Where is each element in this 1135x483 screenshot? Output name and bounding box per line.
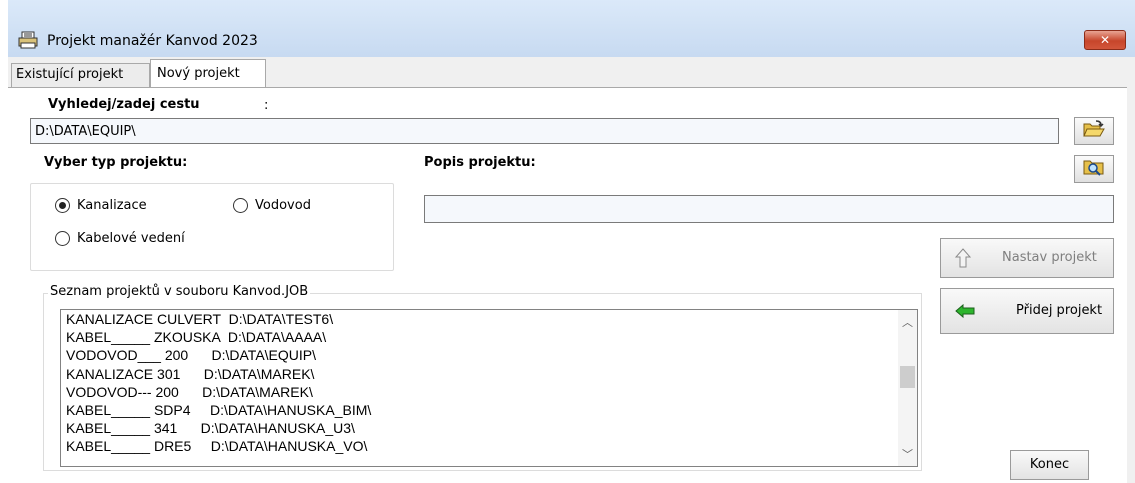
list-item[interactable]: KANALIZACE CULVERT D:\DATA\TEST6\ — [61, 310, 917, 328]
project-listbox[interactable]: KANALIZACE CULVERT D:\DATA\TEST6\ KABEL_… — [60, 309, 918, 467]
open-folder-icon — [1083, 120, 1105, 142]
path-input[interactable] — [30, 118, 1059, 144]
radio-kanalizace[interactable]: Kanalizace — [55, 198, 147, 213]
list-item[interactable]: KABEL_____ DRE5 D:\DATA\HANUSKA_VO\ — [61, 437, 917, 455]
folder-search-icon — [1083, 158, 1105, 180]
list-item[interactable]: VODOVOD___ 200 D:\DATA\EQUIP\ — [61, 346, 917, 364]
browse-folder-button[interactable] — [1074, 117, 1114, 145]
up-arrow-icon — [954, 248, 972, 272]
radio-kabelove-vedeni-label: Kabelové vedení — [77, 231, 185, 246]
scroll-thumb[interactable] — [900, 366, 915, 388]
exit-button[interactable]: Konec — [1010, 450, 1089, 480]
radio-kanalizace-indicator — [55, 198, 70, 213]
radio-vodovod-label: Vodovod — [255, 198, 311, 213]
title-bar[interactable]: Projekt manažér Kanvod 2023 ✕ — [8, 0, 1135, 57]
close-button[interactable]: ✕ — [1084, 30, 1126, 50]
project-type-group — [30, 183, 394, 271]
printer-icon — [18, 31, 38, 49]
scroll-down-icon[interactable]: ﹀ — [898, 446, 917, 463]
list-item[interactable]: VODOVOD--- 200 D:\DATA\MAREK\ — [61, 383, 917, 401]
radio-kabelove-vedeni[interactable]: Kabelové vedení — [55, 231, 185, 246]
list-item[interactable]: KABEL_____ 341 D:\DATA\HANUSKA_U3\ — [61, 419, 917, 437]
left-arrow-icon — [955, 303, 975, 322]
radio-vodovod-indicator — [233, 198, 248, 213]
radio-vodovod[interactable]: Vodovod — [233, 198, 311, 213]
set-project-button[interactable]: Nastav projekt — [940, 238, 1114, 278]
path-label: Vyhledej/zadej cestu — [48, 97, 200, 112]
scroll-up-icon[interactable]: ︿ — [898, 314, 917, 331]
description-input[interactable] — [424, 195, 1114, 223]
tab-new-project[interactable]: Nový projekt — [150, 59, 266, 88]
radio-kanalizace-label: Kanalizace — [77, 198, 147, 213]
list-item[interactable]: KABEL_____ SDP4 D:\DATA\HANUSKA_BIM\ — [61, 401, 917, 419]
set-project-label: Nastav projekt — [1002, 250, 1097, 265]
tab-existing-project[interactable]: Existující projekt — [11, 63, 150, 87]
search-folder-button[interactable] — [1074, 155, 1114, 183]
description-label: Popis projektu: — [424, 155, 536, 170]
project-list-title: Seznam projektů v souboru Kanvod.JOB — [48, 284, 311, 299]
window-title: Projekt manažér Kanvod 2023 — [47, 33, 258, 49]
list-item[interactable]: KABEL_____ ZKOUSKA D:\DATA\AAAA\ — [61, 328, 917, 346]
add-project-button[interactable]: Přidej projekt — [940, 288, 1114, 334]
path-label-colon: : — [264, 98, 269, 113]
list-scrollbar[interactable]: ︿ ﹀ — [898, 310, 917, 466]
radio-kabelove-vedeni-indicator — [55, 231, 70, 246]
list-item[interactable]: KANALIZACE 301 D:\DATA\MAREK\ — [61, 365, 917, 383]
add-project-label: Přidej projekt — [1016, 303, 1103, 318]
project-type-label: Vyber typ projektu: — [44, 155, 188, 170]
